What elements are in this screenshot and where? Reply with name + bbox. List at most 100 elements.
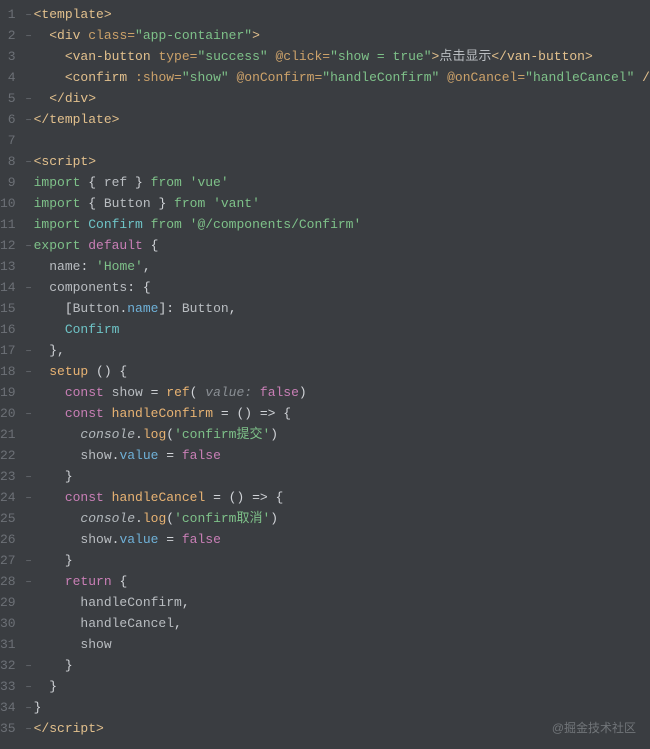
fold-marker [24,298,34,319]
code-line[interactable]: <van-button type="success" @click="show … [34,46,650,67]
code-line[interactable]: import { Button } from 'vant' [34,193,650,214]
line-number: 29 [0,592,16,613]
code-line[interactable]: } [34,697,650,718]
code-line[interactable]: } [34,550,650,571]
code-line[interactable]: export default { [34,235,650,256]
line-number: 10 [0,193,16,214]
code-token: ipt> [73,721,104,736]
line-number: 11 [0,214,16,235]
code-line[interactable]: components: { [34,277,650,298]
code-token: , [229,301,237,316]
code-line[interactable]: <script> [34,151,650,172]
code-token: ( [166,511,174,526]
code-token: } [34,658,73,673]
code-line[interactable]: [Button.name]: Button, [34,298,650,319]
code-line[interactable]: console.log('confirm提交') [34,424,650,445]
code-line[interactable]: const show = ref( value: false) [34,382,650,403]
code-line[interactable]: <confirm :show="show" @onConfirm="handle… [34,67,650,88]
code-token [34,595,81,610]
code-area[interactable]: <template> <div class="app-container"> <… [34,4,650,739]
fold-marker[interactable]: − [24,487,34,508]
fold-marker[interactable]: − [24,571,34,592]
fold-marker[interactable]: − [24,4,34,25]
fold-marker[interactable]: − [24,697,34,718]
code-token: } [34,553,73,568]
code-line[interactable]: return { [34,571,650,592]
code-token: "handleConfirm" [322,70,439,85]
fold-marker[interactable]: − [24,361,34,382]
code-token: ) [270,511,278,526]
code-token: <template> [34,7,112,22]
code-line[interactable]: Confirm [34,319,650,340]
code-token: "app-container" [135,28,252,43]
code-line[interactable]: handleCancel, [34,613,650,634]
code-token: from [151,217,190,232]
code-token: handleCancel [112,490,213,505]
code-line[interactable]: handleConfirm, [34,592,650,613]
fold-marker[interactable]: − [24,718,34,739]
fold-marker[interactable]: − [24,25,34,46]
fold-marker[interactable]: − [24,109,34,130]
code-token: show [80,637,111,652]
code-line[interactable]: }, [34,340,650,361]
code-line[interactable]: import Confirm from '@/components/Confir… [34,214,650,235]
code-token: value: [205,385,260,400]
code-token: <van-button [65,49,159,64]
code-token: Button [182,301,229,316]
fold-marker [24,592,34,613]
code-token: show [80,448,111,463]
code-token [34,448,81,463]
fold-marker[interactable]: − [24,235,34,256]
fold-marker[interactable]: − [24,88,34,109]
line-number-gutter: 1234567891011121314151617181920212223242… [0,4,24,739]
code-line[interactable] [34,130,650,151]
code-token: const [65,406,112,421]
code-line[interactable]: } [34,466,650,487]
code-token: = [166,532,182,547]
code-line[interactable]: show [34,634,650,655]
code-line[interactable]: </div> [34,88,650,109]
code-token: components [49,280,127,295]
code-token: from [151,175,190,190]
code-editor[interactable]: 1234567891011121314151617181920212223242… [0,0,650,739]
code-line[interactable]: setup () { [34,361,650,382]
code-token: const [65,490,112,505]
fold-marker[interactable]: − [24,277,34,298]
code-token: 点击显示 [439,49,491,64]
code-token: </template> [34,112,120,127]
line-number: 14 [0,277,16,298]
code-line[interactable]: <div class="app-container"> [34,25,650,46]
line-number: 33 [0,676,16,697]
code-token: "show = true" [330,49,431,64]
code-token [34,616,81,631]
code-token [34,532,81,547]
code-line[interactable]: import { ref } from 'vue' [34,172,650,193]
code-token: const [65,385,112,400]
code-token: name [49,259,80,274]
code-line[interactable]: console.log('confirm取消') [34,508,650,529]
fold-marker[interactable]: − [24,550,34,571]
code-token: : { [127,280,150,295]
code-line[interactable]: show.value = false [34,529,650,550]
fold-marker[interactable]: − [24,403,34,424]
line-number: 31 [0,634,16,655]
line-number: 34 [0,697,16,718]
code-token: { [88,175,104,190]
code-line[interactable]: const handleCancel = () => { [34,487,650,508]
code-token: Button [73,301,120,316]
fold-marker[interactable]: − [24,466,34,487]
code-line[interactable]: } [34,655,650,676]
code-token: false [182,532,221,547]
fold-marker[interactable]: − [24,655,34,676]
code-line[interactable]: show.value = false [34,445,650,466]
code-line[interactable]: const handleConfirm = () => { [34,403,650,424]
fold-marker[interactable]: − [24,340,34,361]
code-token: > [252,28,260,43]
code-line[interactable]: </template> [34,109,650,130]
code-line[interactable]: name: 'Home', [34,256,650,277]
fold-marker[interactable]: − [24,151,34,172]
code-line[interactable]: <template> [34,4,650,25]
code-line[interactable]: } [34,676,650,697]
fold-marker[interactable]: − [24,676,34,697]
code-token: Button [104,196,151,211]
